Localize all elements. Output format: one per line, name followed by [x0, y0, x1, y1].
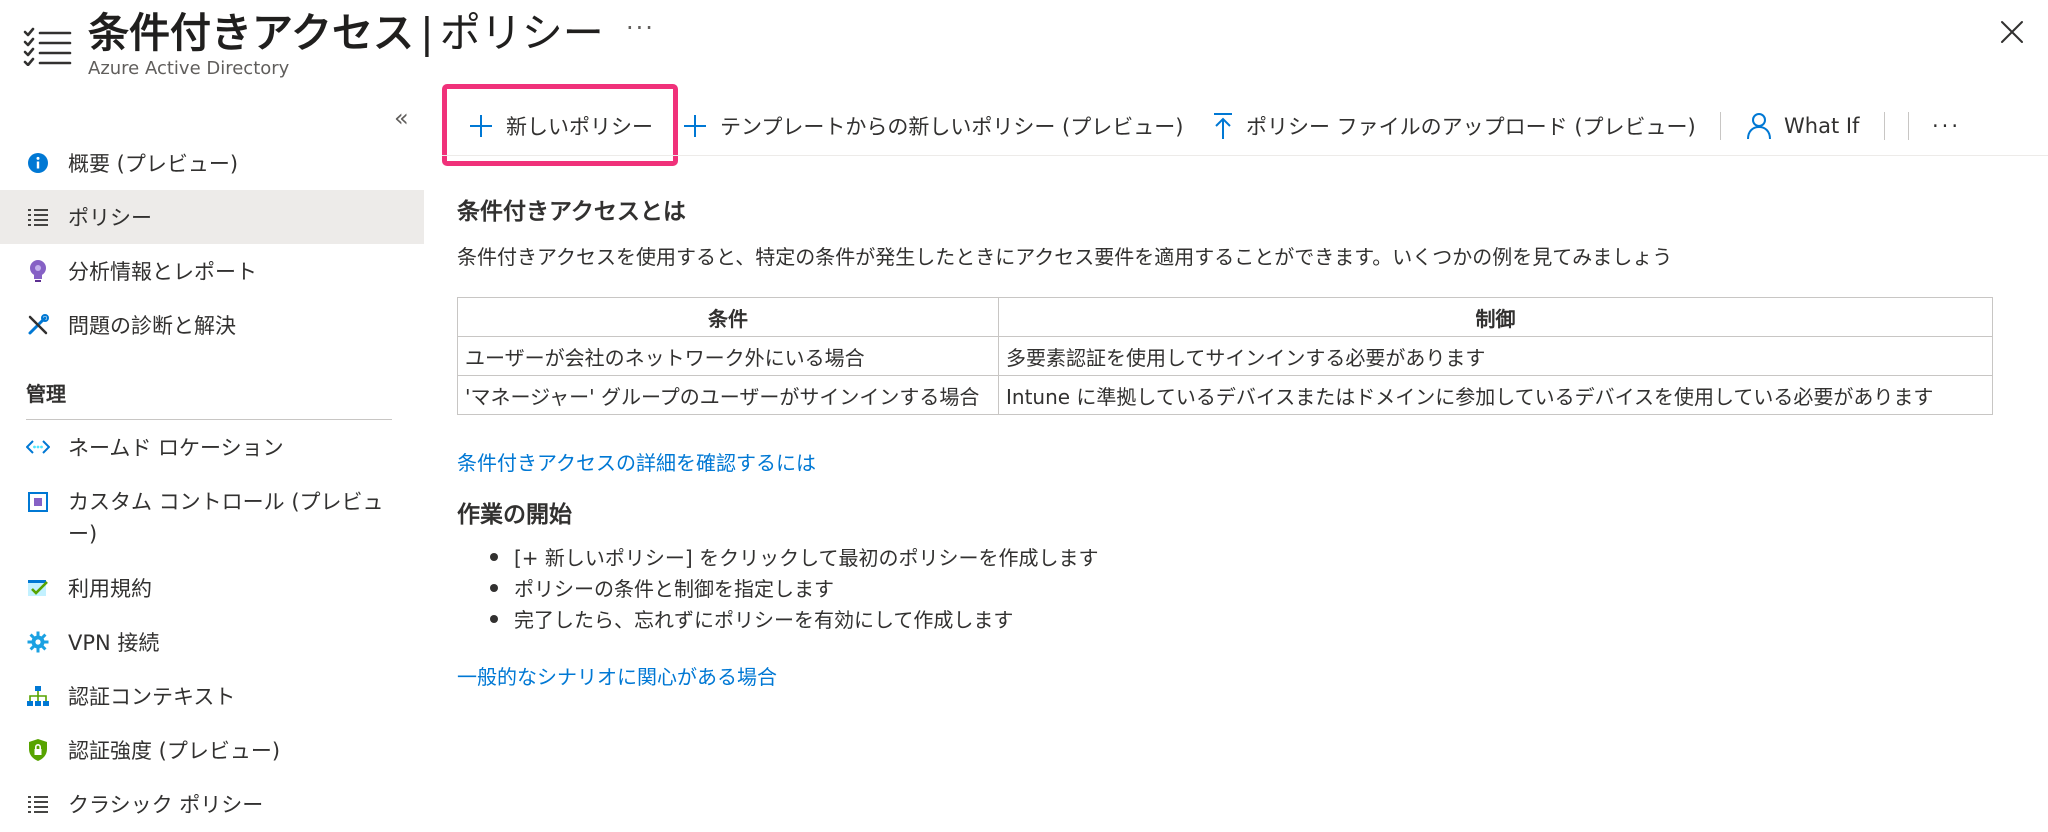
learn-more-link[interactable]: 条件付きアクセスの詳細を確認するには [457, 447, 816, 476]
table-cell: ユーザーが会社のネットワーク外にいる場合 [457, 336, 999, 376]
bullet-icon [490, 614, 498, 623]
collapse-sidebar-button[interactable]: « [394, 104, 409, 132]
table-cell: Intune に準拠しているデバイスまたはドメインに参加しているデバイスを使用し… [998, 375, 1993, 415]
section-heading-getting-started: 作業の開始 [457, 502, 572, 528]
table-header-condition: 条件 [457, 297, 999, 337]
table-header-control: 制御 [998, 297, 1993, 337]
table-cell: 'マネージャー' グループのユーザーがサインインする場合 [457, 375, 999, 415]
sidebar-item-label: 認証コンテキスト [68, 685, 236, 709]
page-title-main: 条件付きアクセス [88, 9, 414, 57]
sidebar-item-diagnose[interactable]: 問題の診断と解決 [0, 298, 424, 352]
shield-lock-icon [26, 738, 50, 762]
sidebar-item-label: ポリシー [68, 206, 152, 230]
examples-table: 条件 制御 ユーザーが会社のネットワーク外にいる場合 多要素認証を使用してサイン… [457, 297, 1993, 415]
new-policy-from-template-button[interactable]: テンプレートからの新しいポリシー (プレビュー) [682, 106, 1183, 146]
new-policy-button[interactable]: 新しいポリシー [468, 106, 653, 146]
plus-icon [682, 113, 708, 139]
page-title: 条件付きアクセス | ポリシー [88, 6, 604, 60]
sidebar-item-label: ネームド ロケーション [68, 436, 284, 460]
toolbar-more-button[interactable]: ··· [1932, 106, 1961, 146]
sidebar-item-policies[interactable]: ポリシー [0, 190, 424, 244]
table-header-row: 条件 制御 [457, 297, 1993, 337]
toolbar-divider-line [442, 155, 2048, 156]
sidebar-item-custom-controls[interactable]: カスタム コントロール (プレビュー) [0, 486, 424, 554]
lightbulb-icon [26, 259, 50, 283]
sidebar-item-label: カスタム コントロール (プレビュー) [68, 490, 384, 546]
sidebar-item-terms-of-use[interactable]: 利用規約 [0, 561, 424, 615]
sidebar-item-overview[interactable]: 概要 (プレビュー) [0, 136, 424, 190]
table-row: 'マネージャー' グループのユーザーがサインインする場合 Intune に準拠し… [457, 375, 1993, 415]
sidebar-item-label: 分析情報とレポート [68, 260, 257, 284]
custom-control-icon [26, 490, 50, 514]
user-icon [1746, 112, 1772, 140]
more-icon[interactable]: ··· [626, 14, 655, 42]
sidebar-item-classic-policies[interactable]: クラシック ポリシー [0, 777, 424, 831]
plus-icon [468, 113, 494, 139]
location-icon [26, 435, 50, 459]
list-item: [+ 新しいポリシー] をクリックして最初のポリシーを作成します [490, 541, 1098, 572]
step-text: [+ 新しいポリシー] をクリックして最初のポリシーを作成します [514, 546, 1099, 570]
what-if-button[interactable]: What If [1746, 106, 1859, 146]
bullet-icon [490, 583, 498, 592]
page-subtitle: Azure Active Directory [88, 58, 290, 79]
sidebar-item-auth-context[interactable]: 認証コンテキスト [0, 669, 424, 723]
table-row: ユーザーが会社のネットワーク外にいる場合 多要素認証を使用してサインインする必要… [457, 336, 1993, 376]
steps-list: [+ 新しいポリシー] をクリックして最初のポリシーを作成します ポリシーの条件… [490, 541, 1098, 634]
wrench-icon [26, 313, 50, 337]
info-icon [26, 151, 50, 175]
step-text: ポリシーの条件と制御を指定します [514, 577, 834, 601]
gear-icon [26, 630, 50, 654]
sidebar-item-label: 利用規約 [68, 577, 152, 601]
sidebar-item-label: 概要 (プレビュー) [68, 152, 239, 176]
sidebar-item-auth-strength[interactable]: 認証強度 (プレビュー) [0, 723, 424, 777]
new-policy-from-template-label: テンプレートからの新しいポリシー (プレビュー) [720, 115, 1184, 139]
upload-policy-file-button[interactable]: ポリシー ファイルのアップロード (プレビュー) [1212, 106, 1696, 146]
upload-policy-file-label: ポリシー ファイルのアップロード (プレビュー) [1246, 115, 1696, 139]
description-text: 条件付きアクセスを使用すると、特定の条件が発生したときにアクセス要件を適用するこ… [457, 245, 1673, 269]
toolbar-divider [1908, 112, 1909, 140]
list-item: 完了したら、忘れずにポリシーを有効にして作成します [490, 603, 1098, 634]
list-icon [26, 205, 50, 229]
checklist-icon [26, 576, 50, 600]
table-cell: 多要素認証を使用してサインインする必要があります [998, 336, 1993, 376]
sidebar-section-manage: 管理 [26, 382, 66, 406]
sidebar-item-label: 問題の診断と解決 [68, 314, 236, 338]
sidebar-item-label: 認証強度 (プレビュー) [68, 739, 281, 763]
bullet-icon [490, 552, 498, 561]
toolbar-divider [1720, 112, 1721, 140]
step-text: 完了したら、忘れずにポリシーを有効にして作成します [514, 608, 1014, 632]
common-scenarios-link[interactable]: 一般的なシナリオに関心がある場合 [457, 661, 777, 690]
list-icon [26, 792, 50, 816]
sidebar-item-vpn[interactable]: VPN 接続 [0, 615, 424, 669]
sidebar-item-insights[interactable]: 分析情報とレポート [0, 244, 424, 298]
close-icon[interactable] [1998, 18, 2026, 46]
title-separator: | [419, 9, 434, 57]
new-policy-label: 新しいポリシー [506, 115, 653, 139]
sidebar-item-label: クラシック ポリシー [68, 793, 264, 817]
upload-icon [1212, 112, 1234, 140]
what-if-label: What If [1784, 114, 1860, 138]
toolbar-divider [1884, 112, 1885, 140]
list-item: ポリシーの条件と制御を指定します [490, 572, 1098, 603]
page-title-sub: ポリシー [439, 9, 604, 57]
sidebar-item-label: VPN 接続 [68, 631, 160, 655]
hierarchy-icon [26, 684, 50, 708]
list-icon [22, 26, 72, 67]
sidebar-item-named-locations[interactable]: ネームド ロケーション [0, 420, 424, 474]
section-heading-what-is: 条件付きアクセスとは [457, 199, 686, 225]
